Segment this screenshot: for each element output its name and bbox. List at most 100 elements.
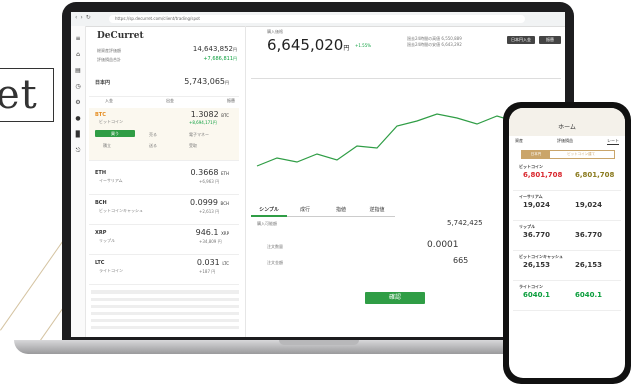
app-brand: DeCurret bbox=[97, 31, 144, 41]
sell-button[interactable]: 売る bbox=[149, 132, 157, 138]
coin-name: ライトコイン bbox=[519, 284, 543, 289]
phone-coin-row[interactable]: ライトコイン 6040.1 6040.1 bbox=[513, 282, 621, 311]
bch-name: ビットコインキャッシュ bbox=[99, 208, 143, 213]
phone-coin-row[interactable]: リップル 36.770 36.770 bbox=[513, 222, 621, 251]
currency-filter[interactable]: 日本円 ビットコイン建て bbox=[521, 150, 615, 159]
tab-simple[interactable]: シンプル bbox=[251, 204, 287, 217]
transfer-button[interactable]: 振替 bbox=[539, 36, 561, 44]
filter-jpy[interactable]: 日本円 bbox=[522, 151, 550, 158]
price-line bbox=[256, 113, 538, 167]
coin-name: ビットコインキャッシュ bbox=[519, 254, 563, 259]
phone-tabs: 資産 評価損益 レート bbox=[515, 138, 619, 145]
tab-stop[interactable]: 逆指値 bbox=[359, 204, 395, 217]
coin-row-ltc[interactable]: LTC ライトコイン 0.031 LTC +187 円 bbox=[89, 256, 239, 285]
laptop-notch bbox=[279, 340, 359, 345]
buy-button[interactable]: 買う bbox=[95, 130, 135, 137]
coin-price-buy: 6,801,708 bbox=[575, 171, 615, 179]
filter-btc[interactable]: ビットコイン建て bbox=[551, 151, 611, 158]
coin-price-sell: 6,801,708 bbox=[523, 171, 563, 179]
coin-price-buy: 26,153 bbox=[575, 261, 603, 269]
document-icon[interactable]: ▉ bbox=[71, 131, 85, 138]
ltc-name: ライトコイン bbox=[99, 268, 123, 273]
jpy-row[interactable]: 日本円 5,743,065円 bbox=[89, 70, 239, 97]
jpy-value: 5,743,065円 bbox=[184, 77, 229, 86]
address-bar[interactable]: https://sp.decurret.com/client/trading/s… bbox=[109, 15, 525, 23]
divider bbox=[251, 78, 561, 79]
phone-header: ホーム bbox=[509, 108, 625, 136]
coin-price-sell: 26,153 bbox=[523, 261, 551, 269]
coin-price-buy: 6040.1 bbox=[575, 291, 603, 299]
deposit-button[interactable]: 入金 bbox=[105, 98, 113, 104]
browser-toolbar: ‹›↻ https://sp.decurret.com/client/tradi… bbox=[71, 12, 565, 27]
btc-name: ビットコイン bbox=[99, 119, 123, 124]
coin-row-bch[interactable]: BCH ビットコインキャッシュ 0.0999 BCH +2,613 円 bbox=[89, 196, 239, 225]
coin-row-xrp[interactable]: XRP リップル 946.1 XRP +34,809 円 bbox=[89, 226, 239, 255]
buyable-label: 購入可能額 bbox=[257, 221, 277, 226]
home-icon[interactable]: ⌂ bbox=[71, 51, 85, 58]
receive-button[interactable]: 受取 bbox=[189, 143, 197, 149]
phone-coin-row[interactable]: ビットコイン 6,801,708 6,801,708 bbox=[513, 162, 621, 191]
profit-label: 評価損益合計 bbox=[97, 57, 121, 62]
ltc-jpy: +187 円 bbox=[199, 269, 216, 274]
price-change: +1.55% bbox=[355, 43, 372, 48]
jpy-label: 日本円 bbox=[95, 80, 111, 86]
confirm-button[interactable]: 確認 bbox=[365, 292, 425, 304]
history-icon[interactable]: ◷ bbox=[71, 83, 85, 90]
xrp-name: リップル bbox=[99, 238, 115, 243]
tab-limit[interactable]: 指値 bbox=[323, 204, 359, 217]
eth-jpy: +6,963 円 bbox=[199, 179, 220, 184]
phone-coin-row[interactable]: ビットコインキャッシュ 26,153 26,153 bbox=[513, 252, 621, 281]
rate-table-row bbox=[91, 305, 239, 308]
accumulate-button[interactable]: 積立 bbox=[103, 143, 111, 149]
profit-value: +7,686,811円 bbox=[203, 56, 237, 62]
bch-jpy: +2,613 円 bbox=[199, 209, 220, 214]
ltc-symbol: LTC bbox=[95, 260, 105, 266]
bch-amount: 0.0999 BCH bbox=[189, 198, 229, 207]
jpy-deposit-button[interactable]: 日本円入金 bbox=[507, 36, 535, 44]
amount-value: 665 bbox=[453, 256, 469, 265]
xrp-symbol: XRP bbox=[95, 230, 107, 236]
user-icon[interactable]: ● bbox=[71, 115, 85, 122]
phone-screen: ホーム 資産 評価損益 レート 日本円 ビットコイン建て ビットコイン 6,80… bbox=[509, 108, 625, 378]
tab-market[interactable]: 成行 bbox=[287, 204, 323, 217]
asset-panel: DeCurret 総資産評価額 14,643,852円 評価損益合計 +7,68… bbox=[85, 26, 246, 337]
bch-symbol: BCH bbox=[95, 200, 107, 206]
price-label: 購入価格 bbox=[267, 29, 283, 34]
logout-icon[interactable]: ⎋ bbox=[71, 147, 85, 155]
order-type-tabs: シンプル 成行 指値 逆指値 bbox=[251, 204, 395, 217]
menu-icon[interactable]: ≡ bbox=[71, 35, 85, 42]
amount-label: 注文金額 bbox=[267, 260, 283, 265]
current-price: 6,645,020円 bbox=[267, 36, 350, 54]
rate-table-row bbox=[91, 319, 239, 322]
coin-name: ビットコイン bbox=[519, 164, 543, 169]
eth-amount: 0.3668 ETH bbox=[190, 168, 229, 177]
settings-icon[interactable]: ⚙ bbox=[71, 99, 85, 106]
tab-profit[interactable]: 評価損益 bbox=[557, 138, 573, 145]
withdraw-button[interactable]: 出金 bbox=[166, 98, 174, 104]
emoney-button[interactable]: 電子マネー bbox=[189, 132, 209, 138]
send-button[interactable]: 送る bbox=[149, 143, 157, 149]
rate-table-row bbox=[91, 298, 239, 301]
jpy-actions: 入金 出金 振替 bbox=[105, 98, 235, 104]
ltc-amount: 0.031 LTC bbox=[196, 258, 229, 267]
coin-name: リップル bbox=[519, 224, 535, 229]
eth-symbol: ETH bbox=[95, 170, 107, 176]
btc-jpy: +8,694,171円 bbox=[189, 120, 217, 125]
app-sidebar: ≡ ⌂ ▤ ◷ ⚙ ● ▉ ⎋ bbox=[71, 26, 86, 337]
qty-label: 注文数量 bbox=[267, 244, 283, 249]
chart-icon[interactable]: ▤ bbox=[71, 67, 85, 74]
tab-assets[interactable]: 資産 bbox=[515, 138, 523, 145]
transfer-button[interactable]: 振替 bbox=[227, 98, 235, 104]
qty-input[interactable]: 0.0001 bbox=[427, 240, 459, 250]
tab-rate[interactable]: レート bbox=[607, 138, 619, 145]
coin-price-buy: 19,024 bbox=[575, 201, 603, 209]
browser-nav-icons[interactable]: ‹›↻ bbox=[75, 14, 94, 21]
coin-name: イーサリアム bbox=[519, 194, 543, 199]
coin-row-btc[interactable]: BTC ビットコイン 1.3082 BTC +8,694,171円 買う 売る … bbox=[89, 108, 239, 161]
btc-amount: 1.3082 BTC bbox=[190, 110, 229, 119]
xrp-jpy: +34,809 円 bbox=[199, 239, 222, 244]
coin-row-eth[interactable]: ETH イーサリアム 0.3668 ETH +6,963 円 bbox=[89, 166, 239, 195]
brand-logo-fragment: et bbox=[0, 68, 54, 122]
phone-coin-row[interactable]: イーサリアム 19,024 19,024 bbox=[513, 192, 621, 221]
high-low-labels: 過去24時間の高値 6,550,889 過去24時間の安値 6,643,292 bbox=[407, 36, 462, 47]
